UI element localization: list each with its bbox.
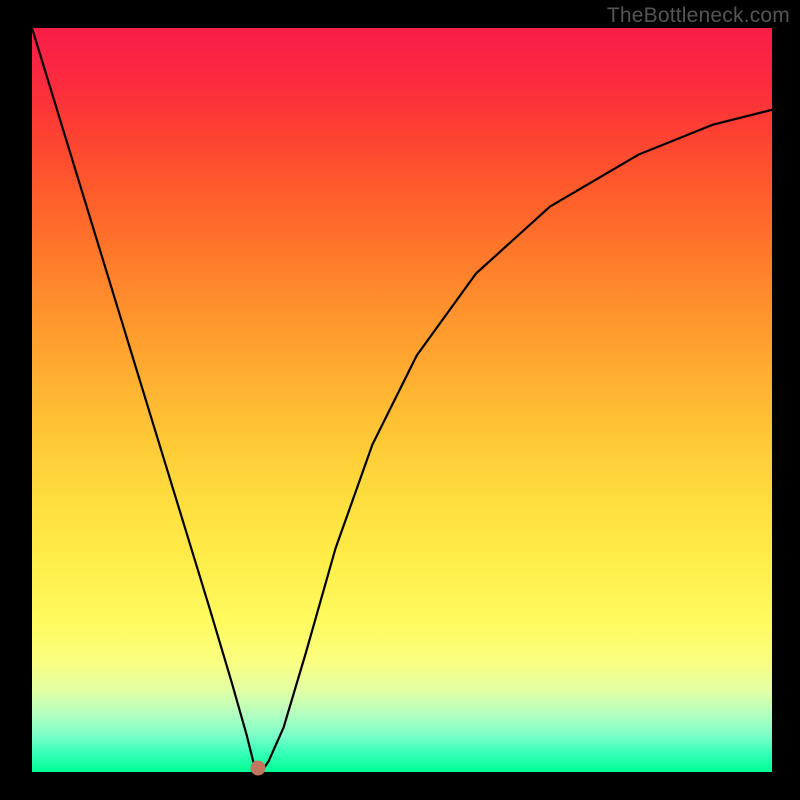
chart-plot-area (32, 28, 772, 772)
bottleneck-curve (32, 28, 772, 772)
watermark-text: TheBottleneck.com (607, 4, 790, 28)
optimal-marker (250, 761, 265, 776)
